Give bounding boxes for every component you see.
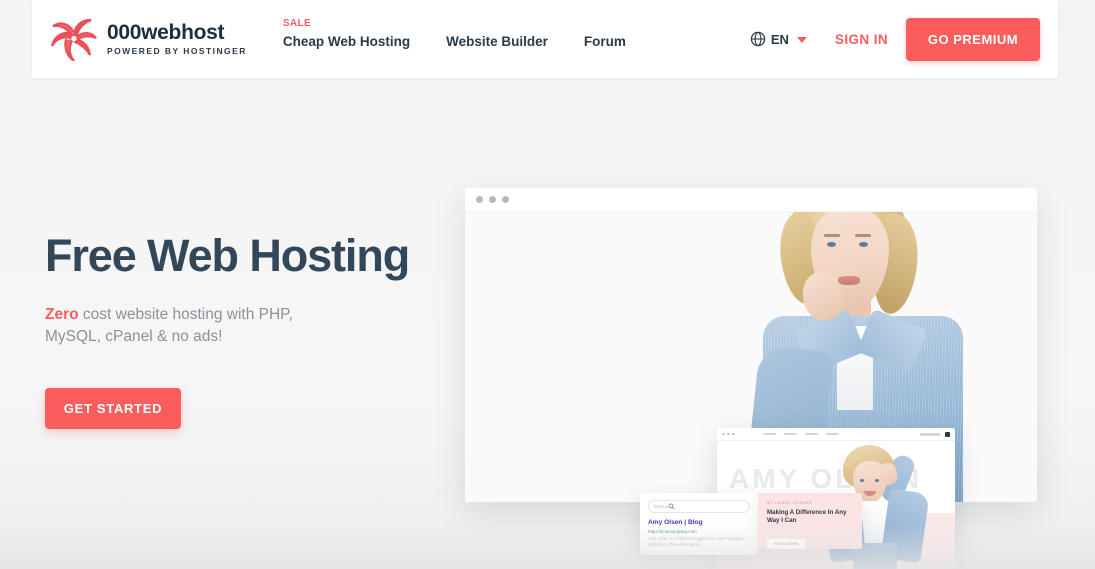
nav-item-label: Forum xyxy=(583,33,626,49)
story-card: MY LATEST STORIES Making A Difference In… xyxy=(758,493,862,549)
search-result-title[interactable]: Amy Olsen | Blog xyxy=(648,519,750,527)
chevron-down-icon xyxy=(796,36,807,43)
nav-item-website-builder[interactable]: Website Builder xyxy=(446,34,548,49)
traffic-light-dot-icon xyxy=(727,432,730,436)
brand-logo[interactable]: 000webhost POWERED BY HOSTINGER xyxy=(50,17,247,62)
story-read-more-button[interactable]: READ MORE xyxy=(767,538,806,549)
language-selector[interactable]: EN xyxy=(750,31,807,47)
portfolio-nav-placeholder xyxy=(762,432,839,436)
nav-item-label: Website Builder xyxy=(446,33,548,49)
hero-copy: Free Web Hosting Zero cost website hosti… xyxy=(45,232,445,429)
traffic-lights xyxy=(722,432,735,436)
get-started-button[interactable]: GET STARTED xyxy=(45,387,181,429)
nav-item-cheap-web-hosting[interactable]: SALE Cheap Web Hosting xyxy=(282,18,411,49)
hero-title: Free Web Hosting xyxy=(45,230,410,281)
search-result-description: Amy Olsen is a fashion blogger from San … xyxy=(648,535,745,547)
main-nav: SALE Cheap Web Hosting Website Builder F… xyxy=(282,18,626,49)
hero-illustration: AMY OLSEN fashion Amy Olsen | Blog https… xyxy=(455,160,1095,569)
go-premium-button[interactable]: GO PREMIUM xyxy=(906,17,1040,61)
nav-item-forum[interactable]: Forum xyxy=(584,34,626,49)
brand-tagline: POWERED BY HOSTINGER xyxy=(107,46,247,57)
search-result-url[interactable]: https://yourcompany.com xyxy=(648,529,750,534)
story-title: Making A Difference In Any Way I Can xyxy=(767,509,847,525)
browser-title-bar xyxy=(465,188,1037,212)
nav-item-label: Cheap Web Hosting xyxy=(282,33,411,49)
sign-in-link[interactable]: SIGN IN xyxy=(835,32,888,47)
story-eyebrow: MY LATEST STORIES xyxy=(767,501,812,505)
search-result-card: fashion Amy Olsen | Blog https://yourcom… xyxy=(640,493,758,555)
menu-square-icon xyxy=(945,431,950,437)
sale-badge: SALE xyxy=(282,17,312,29)
site-header: 000webhost POWERED BY HOSTINGER SALE Che… xyxy=(32,0,1058,78)
hero-subtitle: Zero cost website hosting with PHP, MySQ… xyxy=(45,304,315,348)
search-input[interactable]: fashion xyxy=(648,500,750,513)
swirl-flame-logo-icon xyxy=(50,17,98,62)
brand-name: 000webhost xyxy=(107,20,225,44)
language-label: EN xyxy=(770,31,789,47)
header-actions: EN SIGN IN GO PREMIUM xyxy=(750,17,1040,61)
page-root: 000webhost POWERED BY HOSTINGER SALE Che… xyxy=(0,0,1095,569)
globe-icon xyxy=(750,31,766,47)
traffic-light-dot-icon xyxy=(502,196,509,203)
traffic-light-dot-icon xyxy=(722,432,725,436)
hero-subtitle-rest: cost website hosting with PHP, MySQL, cP… xyxy=(45,305,293,345)
search-placeholder: fashion xyxy=(654,504,669,509)
traffic-light-dot-icon xyxy=(732,432,735,436)
portfolio-nav-right xyxy=(920,431,950,437)
traffic-light-dot-icon xyxy=(489,196,496,203)
traffic-light-dot-icon xyxy=(476,196,483,203)
portfolio-title-bar xyxy=(717,428,955,441)
hero-subtitle-accent: Zero xyxy=(45,305,79,323)
magnifier-icon xyxy=(668,503,675,510)
